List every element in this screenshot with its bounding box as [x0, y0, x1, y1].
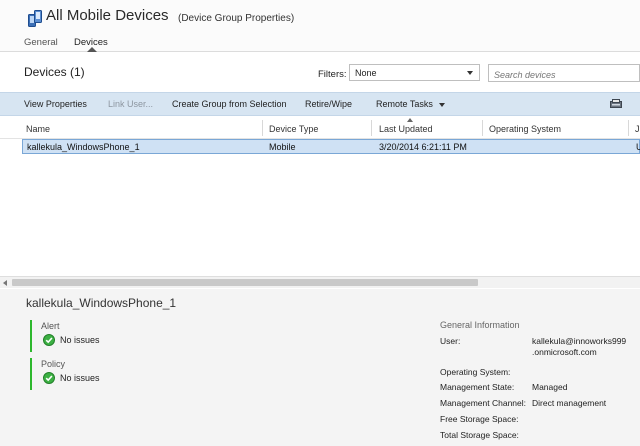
filter-dropdown[interactable]: None — [349, 64, 480, 81]
alert-label: Alert — [41, 321, 60, 331]
page-subtitle: (Device Group Properties) — [178, 13, 295, 24]
create-group-button[interactable]: Create Group from Selection — [172, 99, 287, 109]
details-pane: kallekula_WindowsPhone_1 Alert No issues… — [0, 289, 640, 446]
filter-selected-value: None — [355, 68, 377, 78]
export-icon[interactable] — [610, 99, 622, 109]
management-state-value: Managed — [532, 382, 568, 392]
user-label: User: — [440, 336, 461, 346]
active-tab-indicator — [87, 47, 97, 52]
cell-truncated: U — [636, 142, 640, 152]
sort-ascending-icon — [407, 118, 413, 122]
column-divider[interactable] — [262, 120, 263, 136]
remote-tasks-button[interactable]: Remote Tasks — [376, 99, 433, 109]
grid-header: Name Device Type Last Updated Operating … — [0, 117, 640, 139]
general-information-heading: General Information — [440, 320, 520, 330]
alert-card: Alert No issues — [30, 320, 230, 352]
column-divider[interactable] — [482, 120, 483, 136]
view-properties-button[interactable]: View Properties — [24, 99, 87, 109]
retire-wipe-button[interactable]: Retire/Wipe — [305, 99, 352, 109]
column-header-truncated[interactable]: J — [635, 124, 640, 134]
chevron-down-icon — [467, 71, 473, 75]
management-state-label: Management State: — [440, 382, 515, 392]
horizontal-scrollbar[interactable] — [0, 276, 640, 288]
alert-status: No issues — [60, 335, 100, 345]
cell-name: kallekula_WindowsPhone_1 — [27, 142, 140, 152]
user-value-line-2: .onmicrosoft.com — [532, 347, 597, 357]
total-storage-label: Total Storage Space: — [440, 430, 519, 440]
column-divider[interactable] — [371, 120, 372, 136]
page-header: All Mobile Devices (Device Group Propert… — [0, 0, 640, 52]
cell-last-updated: 3/20/2014 6:21:11 PM — [379, 142, 467, 152]
column-header-operating-system[interactable]: Operating System — [489, 124, 561, 134]
link-user-button[interactable]: Link User... — [108, 99, 153, 109]
column-header-last-updated[interactable]: Last Updated — [379, 124, 433, 134]
command-toolbar: View Properties Link User... Create Grou… — [0, 92, 640, 116]
user-value-line-1: kallekula@innoworks999 — [532, 336, 627, 346]
filters-label: Filters: — [318, 69, 347, 80]
devices-count-title: Devices (1) — [24, 65, 85, 79]
chevron-down-icon[interactable] — [439, 103, 445, 107]
scroll-left-icon[interactable] — [3, 280, 7, 286]
column-divider[interactable] — [628, 120, 629, 136]
tab-general[interactable]: General — [24, 37, 58, 48]
check-circle-icon — [43, 372, 55, 384]
scrollbar-thumb[interactable] — [12, 279, 478, 286]
app-window: All Mobile Devices (Device Group Propert… — [0, 0, 640, 446]
policy-status: No issues — [60, 373, 100, 383]
column-header-device-type[interactable]: Device Type — [269, 124, 318, 134]
mobile-devices-icon — [28, 10, 42, 27]
free-storage-label: Free Storage Space: — [440, 414, 519, 424]
management-channel-value: Direct management — [532, 398, 607, 408]
policy-card: Policy No issues — [30, 358, 230, 390]
page-title: All Mobile Devices — [46, 7, 169, 24]
operating-system-label: Operating System: — [440, 367, 511, 377]
management-channel-label: Management Channel: — [440, 398, 527, 408]
table-row[interactable]: kallekula_WindowsPhone_1 Mobile 3/20/201… — [22, 139, 640, 154]
search-input[interactable] — [488, 64, 640, 82]
cell-device-type: Mobile — [269, 142, 296, 152]
selected-device-title: kallekula_WindowsPhone_1 — [26, 296, 177, 310]
check-circle-icon — [43, 334, 55, 346]
user-value: kallekula@innoworks999 .onmicrosoft.com — [532, 336, 640, 358]
column-header-name[interactable]: Name — [26, 124, 50, 134]
policy-label: Policy — [41, 359, 66, 369]
